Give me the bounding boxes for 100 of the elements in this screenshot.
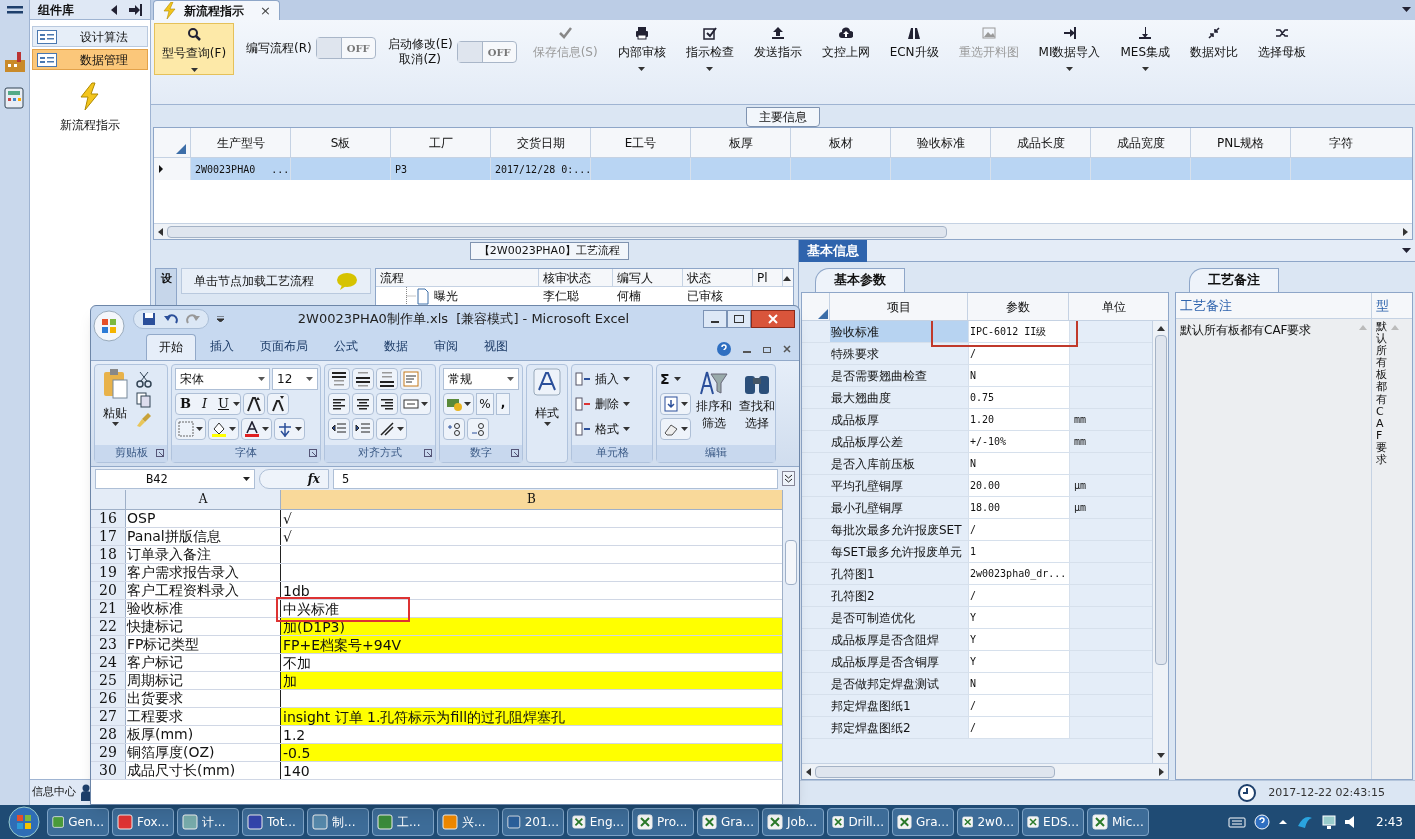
column-header[interactable]: 流程 bbox=[376, 269, 539, 286]
document-tab[interactable]: 新流程指示 × bbox=[153, 0, 280, 20]
ribbon-tab[interactable]: 公式 bbox=[322, 334, 370, 360]
ribbon-tab[interactable]: 页面布局 bbox=[248, 334, 320, 360]
toolbar-button[interactable]: 选择母板 bbox=[1254, 23, 1311, 75]
taskbar-button[interactable]: Drill... bbox=[827, 808, 889, 836]
side-tab[interactable]: 设 bbox=[155, 268, 177, 308]
spreadsheet-cell[interactable]: 中兴标准 bbox=[283, 601, 339, 617]
tree-node[interactable]: 曝光 bbox=[434, 287, 458, 305]
panel-tab[interactable]: 基本信息 bbox=[799, 239, 867, 262]
paste-button[interactable]: 粘贴 bbox=[98, 368, 132, 442]
taskbar-button[interactable]: 计... bbox=[177, 808, 239, 836]
spreadsheet-cell[interactable]: 1db bbox=[283, 583, 310, 599]
toolbar-button[interactable]: 文控上网 bbox=[817, 23, 874, 75]
column-header[interactable]: E工号 bbox=[590, 128, 690, 157]
column-header[interactable]: 成品长度 bbox=[990, 128, 1090, 157]
name-box[interactable]: B42 bbox=[95, 468, 255, 489]
find-select-button[interactable]: 查找和选择 bbox=[737, 368, 776, 442]
taskbar-button[interactable]: Gen... bbox=[47, 808, 109, 836]
toolbar-button[interactable]: 数据对比 bbox=[1186, 23, 1243, 75]
column-header[interactable]: 交货日期 bbox=[490, 128, 590, 157]
spreadsheet-cell[interactable]: 加(D1P3) bbox=[283, 619, 345, 635]
percent-button[interactable]: % bbox=[476, 393, 494, 415]
underline-button[interactable]: U bbox=[214, 394, 233, 414]
italic-button[interactable]: I bbox=[195, 394, 214, 414]
font-field[interactable]: 宋体 bbox=[175, 368, 270, 390]
panel-tab[interactable]: 工艺备注 bbox=[1189, 268, 1279, 292]
ribbon-tab[interactable]: 开始 bbox=[146, 334, 196, 360]
sum-button[interactable]: Σ bbox=[660, 368, 691, 390]
sidebar-item[interactable]: 数据管理 bbox=[32, 49, 148, 70]
spreadsheet-cell[interactable]: 不加 bbox=[283, 655, 311, 671]
insert-function-button[interactable]: fx bbox=[259, 468, 329, 489]
taskbar-button[interactable]: 工... bbox=[372, 808, 434, 836]
taskbar-button[interactable]: Mic... bbox=[1087, 808, 1149, 836]
spreadsheet-cell[interactable]: 加 bbox=[283, 673, 297, 689]
table-row[interactable]: 2W0023PHA0 ... P3 2017/12/28 0:... bbox=[154, 158, 1412, 180]
ellipsis-button[interactable]: ... bbox=[271, 161, 290, 177]
column-header[interactable]: 工厂 bbox=[390, 128, 490, 157]
spreadsheet-cell[interactable]: 140 bbox=[283, 763, 310, 779]
taskbar-button[interactable]: Gra... bbox=[892, 808, 954, 836]
load-button[interactable]: 单击节点加载工艺流程 bbox=[181, 268, 371, 294]
taskbar-button[interactable]: Eng... bbox=[567, 808, 629, 836]
toolbar-button[interactable]: 指示检查 bbox=[681, 23, 738, 75]
taskbar-button[interactable]: EDS... bbox=[1022, 808, 1084, 836]
toolbar-button[interactable]: ECN升级 bbox=[885, 23, 943, 75]
toolbar-button[interactable]: 型号查询(F) bbox=[154, 23, 234, 75]
spreadsheet-cell[interactable]: √ bbox=[283, 511, 292, 527]
spreadsheet-cell[interactable]: √ bbox=[283, 529, 292, 545]
ribbon-button[interactable]: 格式 bbox=[575, 418, 630, 440]
panel-tab[interactable]: 基本参数 bbox=[815, 268, 905, 292]
table-cell[interactable]: 验收标准 bbox=[830, 321, 968, 342]
bold-button[interactable]: B bbox=[176, 394, 195, 414]
ribbon-tab[interactable]: 视图 bbox=[472, 334, 520, 360]
sort-filter-button[interactable]: 排序和筛选 bbox=[695, 368, 734, 442]
taskbar-button[interactable]: Fox... bbox=[112, 808, 174, 836]
taskbar-button[interactable]: Tot... bbox=[242, 808, 304, 836]
toolbar-button[interactable]: 发送指示 bbox=[749, 23, 806, 75]
column-header[interactable]: 字符 bbox=[1290, 128, 1390, 157]
taskbar-button[interactable]: 2w0... bbox=[957, 808, 1019, 836]
column-header[interactable]: 验收标准 bbox=[890, 128, 990, 157]
taskbar-button[interactable]: Pro... bbox=[632, 808, 694, 836]
taskbar-button[interactable]: Gra... bbox=[697, 808, 759, 836]
toolbar-button[interactable]: MES集成 bbox=[1116, 23, 1175, 75]
ribbon-tab[interactable]: 审阅 bbox=[422, 334, 470, 360]
column-header[interactable]: 参数 bbox=[967, 293, 1068, 320]
column-header[interactable]: 单位 bbox=[1068, 293, 1158, 320]
number-format-field[interactable]: 常规 bbox=[443, 368, 519, 390]
ribbon-button[interactable]: 删除 bbox=[575, 393, 630, 415]
toolbar-button[interactable]: 内部审核 bbox=[613, 23, 670, 75]
column-header[interactable]: 项目 bbox=[829, 293, 967, 320]
sidebar-item[interactable]: 设计算法 bbox=[32, 26, 148, 47]
close-button[interactable]: × bbox=[260, 0, 271, 21]
taskbar-button[interactable]: Job... bbox=[762, 808, 824, 836]
column-header[interactable]: 核审状态 bbox=[539, 269, 613, 286]
column-header[interactable]: Pl bbox=[753, 269, 783, 286]
font-size-field[interactable]: 12 bbox=[272, 368, 318, 390]
ribbon-tab[interactable]: 数据 bbox=[372, 334, 420, 360]
toggle-switch[interactable]: OFF bbox=[456, 41, 517, 63]
toggle-switch[interactable]: OFF bbox=[315, 37, 376, 59]
column-header[interactable]: 状态 bbox=[683, 269, 753, 286]
column-header[interactable]: S板 bbox=[290, 128, 390, 157]
column-header[interactable]: 生产型号 bbox=[190, 128, 290, 157]
column-header[interactable]: 工艺备注 bbox=[1176, 293, 1372, 318]
spreadsheet-cell[interactable]: -0.5 bbox=[283, 745, 311, 761]
comma-button[interactable]: , bbox=[496, 393, 510, 415]
column-header[interactable]: 编写人 bbox=[613, 269, 683, 286]
taskbar-button[interactable]: 兴... bbox=[437, 808, 499, 836]
formula-field[interactable]: 5 bbox=[333, 468, 778, 489]
taskbar-button[interactable]: 201... bbox=[502, 808, 564, 836]
launcher-button[interactable]: 新流程指示 bbox=[52, 78, 128, 138]
ribbon-tab[interactable]: 插入 bbox=[198, 334, 246, 360]
column-header[interactable]: B bbox=[281, 490, 782, 509]
column-header[interactable]: 板厚 bbox=[690, 128, 790, 157]
column-header[interactable]: 板材 bbox=[790, 128, 890, 157]
column-header[interactable]: 型 bbox=[1372, 293, 1412, 318]
spreadsheet-cell[interactable]: 1.2 bbox=[283, 727, 306, 743]
column-header[interactable]: 成品宽度 bbox=[1090, 128, 1190, 157]
taskbar-button[interactable]: 制... bbox=[307, 808, 369, 836]
column-header[interactable]: PNL规格 bbox=[1190, 128, 1290, 157]
toolbar-button[interactable]: MI数据导入 bbox=[1034, 23, 1105, 75]
